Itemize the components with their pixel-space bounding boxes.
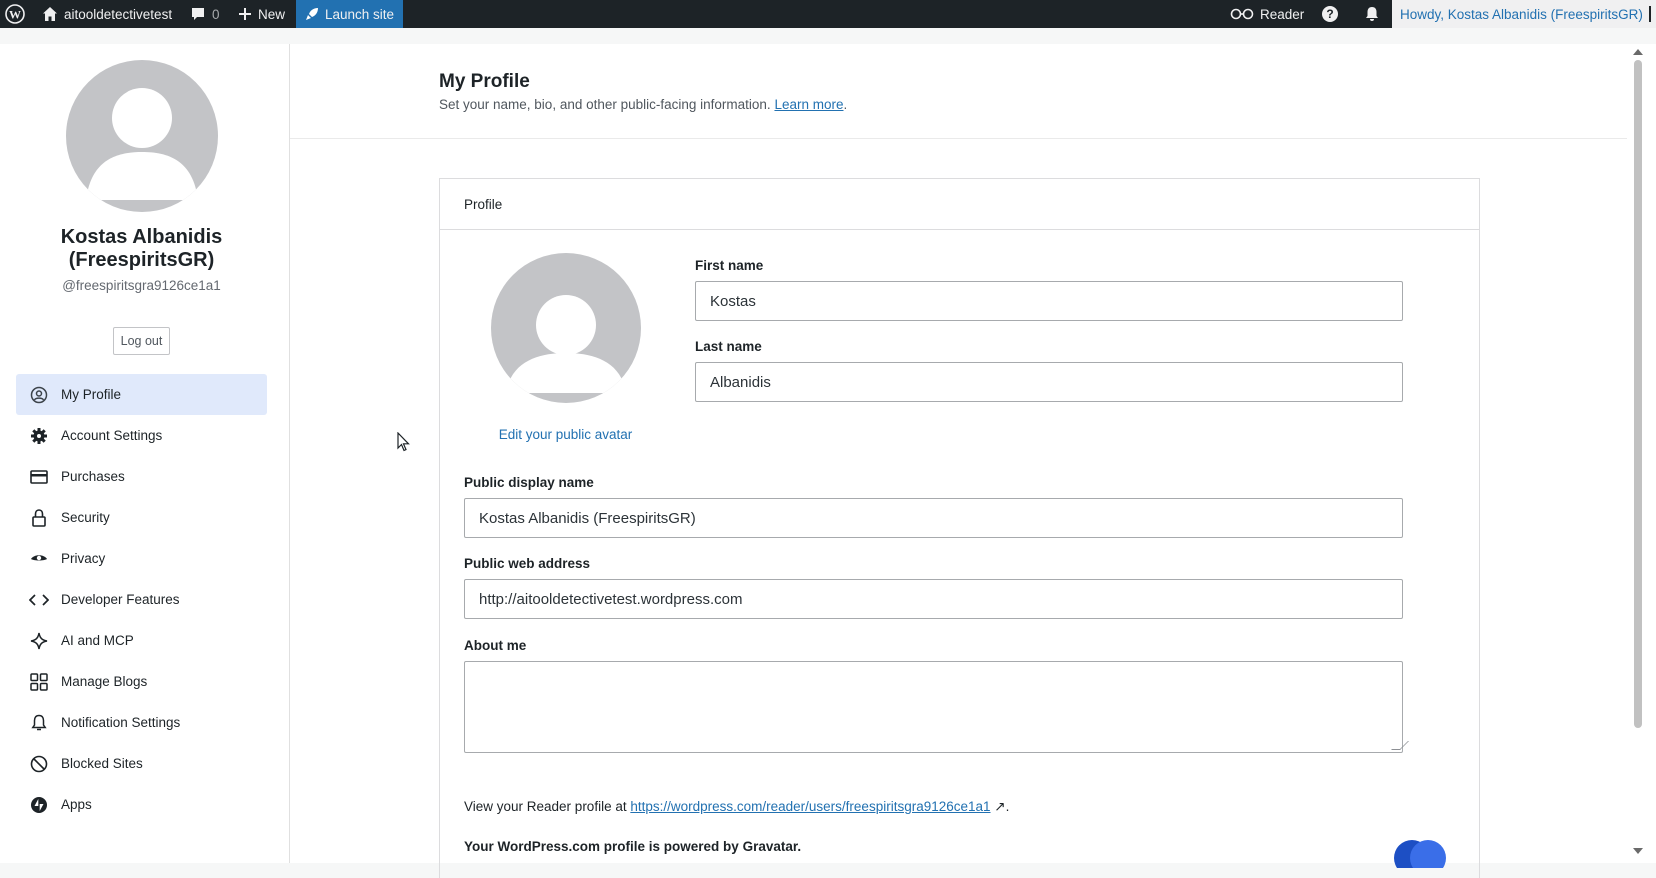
sidebar-item-label: Purchases (61, 469, 125, 484)
profile-card-header: Profile (440, 179, 1479, 230)
learn-more-link[interactable]: Learn more (774, 97, 843, 112)
sidebar-item-label: Security (61, 510, 110, 525)
reader-label: Reader (1260, 6, 1305, 22)
gear-icon (29, 426, 49, 446)
new-content-link[interactable]: New (238, 0, 285, 28)
howdy-label: Howdy, Kostas Albanidis (FreespiritsGR) (1400, 6, 1643, 22)
sidebar-item-label: Notification Settings (61, 715, 181, 730)
profile-nav: My Profile Account Settings Purchases Se… (16, 374, 267, 825)
page-title: My Profile (439, 71, 530, 92)
plus-icon (239, 8, 251, 20)
subtitle-period: . (843, 97, 848, 112)
bell-icon (29, 713, 49, 733)
public-display-name-label: Public display name (464, 475, 594, 490)
mouse-cursor-icon (397, 432, 410, 452)
site-name-link[interactable]: aitooldetectivetest (42, 0, 172, 28)
sparkle-icon (29, 631, 49, 651)
last-name-label: Last name (695, 339, 762, 354)
profile-sidebar: Kostas Albanidis (FreespiritsGR) @freesp… (0, 44, 289, 863)
admin-bar: W aitooldetectivetest 0 New Launch site … (0, 0, 1656, 28)
sidebar-item-account-settings[interactable]: Account Settings (16, 415, 267, 456)
profile-card: Profile Edit your public avatar First na… (439, 178, 1480, 878)
sidebar-item-manage-blogs[interactable]: Manage Blogs (16, 661, 267, 702)
credit-card-icon (29, 467, 49, 487)
new-label: New (258, 6, 286, 22)
comments-link[interactable]: 0 (190, 0, 220, 28)
lock-icon (29, 508, 49, 528)
reader-prefix: View your Reader profile at (464, 799, 631, 814)
scroll-down-arrow-icon[interactable] (1633, 848, 1643, 854)
eye-icon (29, 549, 49, 569)
notifications-bell-icon[interactable] (1364, 0, 1380, 28)
log-out-button[interactable]: Log out (113, 327, 170, 355)
public-web-address-field[interactable]: http://aitooldetectivetest.wordpress.com (464, 579, 1403, 619)
sidebar-item-blocked-sites[interactable]: Blocked Sites (16, 743, 267, 784)
page-subtitle-text: Set your name, bio, and other public-fac… (439, 97, 771, 112)
first-name-field[interactable]: Kostas (695, 281, 1403, 321)
launch-site-button[interactable]: Launch site (296, 0, 404, 28)
main-content: My Profile Set your name, bio, and other… (289, 44, 1628, 878)
sidebar-item-label: Manage Blogs (61, 674, 148, 689)
grid-icon (29, 672, 49, 692)
page-scrollbar[interactable] (1627, 44, 1656, 863)
reader-profile-link[interactable]: https://wordpress.com/reader/users/frees… (630, 799, 990, 814)
sidebar-item-ai-and-mcp[interactable]: AI and MCP (16, 620, 267, 661)
sidebar-item-notification-settings[interactable]: Notification Settings (16, 702, 267, 743)
wordpress-logo-icon[interactable]: W (5, 0, 25, 28)
rocket-icon (306, 8, 318, 20)
public-display-name-field[interactable]: Kostas Albanidis (FreespiritsGR) (464, 498, 1403, 538)
sidebar-item-my-profile[interactable]: My Profile (16, 374, 267, 415)
sidebar-item-label: Developer Features (61, 592, 180, 607)
edit-public-avatar-link[interactable]: Edit your public avatar (440, 427, 691, 442)
sidebar-item-label: Privacy (61, 551, 106, 566)
first-name-label: First name (695, 258, 764, 273)
profile-avatar[interactable] (491, 253, 641, 403)
reader-suffix: ↗. (990, 799, 1010, 814)
sidebar-item-privacy[interactable]: Privacy (16, 538, 267, 579)
about-me-textarea[interactable] (464, 661, 1403, 753)
page-subtitle: Set your name, bio, and other public-fac… (439, 97, 847, 112)
admin-bar-avatar (1648, 6, 1651, 22)
header-divider (290, 138, 1628, 139)
sidebar-item-label: AI and MCP (61, 633, 134, 648)
svg-text:?: ? (1326, 7, 1333, 21)
reader-link[interactable]: Reader (1230, 0, 1304, 28)
sidebar-item-label: Apps (61, 797, 92, 812)
svg-text:W: W (9, 8, 21, 22)
public-web-address-label: Public web address (464, 556, 591, 571)
scroll-thumb[interactable] (1634, 60, 1642, 728)
home-icon (43, 7, 57, 21)
jetpack-icon (29, 795, 49, 815)
account-menu[interactable]: Howdy, Kostas Albanidis (FreespiritsGR) (1392, 0, 1656, 28)
user-circle-icon (29, 385, 49, 405)
profile-handle: @freespiritsgra9126ce1a1 (62, 278, 221, 293)
help-icon[interactable]: ? (1321, 0, 1339, 28)
code-icon (29, 590, 49, 610)
about-me-label: About me (464, 638, 527, 653)
sidebar-item-label: My Profile (61, 387, 122, 402)
comment-icon (192, 8, 204, 20)
site-name: aitooldetectivetest (64, 6, 173, 22)
scroll-up-arrow-icon[interactable] (1633, 49, 1643, 55)
sidebar-item-label: Account Settings (61, 428, 163, 443)
gravatar-powered-text: Your WordPress.com profile is powered by… (464, 839, 802, 854)
gravatar-badge-icon (1390, 828, 1450, 876)
reader-glasses-icon (1230, 8, 1254, 20)
block-icon (29, 754, 49, 774)
sidebar-item-apps[interactable]: Apps (16, 784, 267, 825)
launch-label: Launch site (325, 6, 395, 22)
sidebar-item-developer-features[interactable]: Developer Features (16, 579, 267, 620)
last-name-field[interactable]: Albanidis (695, 362, 1403, 402)
comments-count: 0 (212, 6, 220, 22)
reader-profile-text: View your Reader profile at https://word… (464, 799, 1009, 815)
sidebar-avatar (66, 60, 218, 212)
profile-display-name: Kostas Albanidis (FreespiritsGR) (60, 226, 223, 271)
sidebar-item-label: Blocked Sites (61, 756, 143, 771)
sidebar-item-security[interactable]: Security (16, 497, 267, 538)
sidebar-item-purchases[interactable]: Purchases (16, 456, 267, 497)
